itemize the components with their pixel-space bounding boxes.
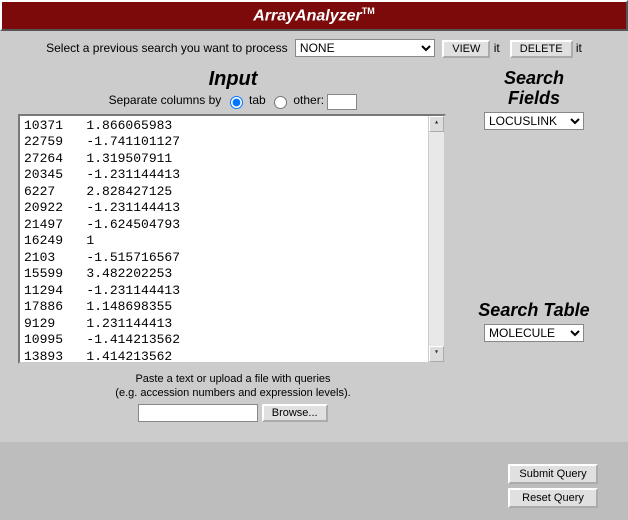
previous-search-label: Select a previous search you want to pro… xyxy=(46,41,287,55)
search-table-select[interactable]: MOLECULE xyxy=(484,324,584,342)
separate-label: Separate columns by xyxy=(109,94,222,108)
view-button[interactable]: VIEW xyxy=(442,40,490,58)
previous-search-bar: Select a previous search you want to pro… xyxy=(0,31,628,68)
scroll-track[interactable] xyxy=(429,132,444,346)
search-table-block: Search Table MOLECULE xyxy=(458,300,610,342)
app-header: ArrayAnalyzerTM xyxy=(0,0,628,31)
search-fields-title-2: Fields xyxy=(508,88,560,108)
scrollbar[interactable]: ▴▾ xyxy=(428,116,444,362)
scroll-up-icon[interactable]: ▴ xyxy=(429,116,444,132)
previous-search-select[interactable]: NONE xyxy=(295,39,435,57)
input-title: Input xyxy=(18,68,448,91)
paste-line1: Paste a text or upload a file with queri… xyxy=(135,373,330,385)
file-path-input[interactable] xyxy=(138,404,258,422)
radio-other[interactable] xyxy=(274,96,287,109)
paste-line2: (e.g. accession numbers and expression l… xyxy=(115,387,350,399)
search-fields-select[interactable]: LOCUSLINK xyxy=(484,112,584,130)
delete-suffix: it xyxy=(573,41,582,55)
reset-query-button[interactable]: Reset Query xyxy=(508,488,598,508)
browse-button[interactable]: Browse... xyxy=(262,404,328,422)
radio-tab[interactable] xyxy=(230,96,243,109)
radio-other-label: other: xyxy=(293,94,324,108)
search-table-title: Search Table xyxy=(458,300,610,320)
search-fields-title-1: Search xyxy=(504,68,564,88)
radio-tab-label: tab xyxy=(249,94,266,108)
query-text: 10371 1.866065983 22759 -1.741101127 272… xyxy=(24,118,180,364)
scroll-down-icon[interactable]: ▾ xyxy=(429,346,444,362)
other-delimiter-input[interactable] xyxy=(327,94,357,110)
search-fields-block: Search Fields LOCUSLINK xyxy=(458,68,610,130)
app-title: ArrayAnalyzer xyxy=(253,7,362,24)
delete-button[interactable]: DELETE xyxy=(510,40,573,58)
submit-query-button[interactable]: Submit Query xyxy=(508,464,598,484)
view-suffix: it xyxy=(490,41,499,55)
trademark: TM xyxy=(362,6,375,16)
query-textarea[interactable]: 10371 1.866065983 22759 -1.741101127 272… xyxy=(18,114,446,364)
